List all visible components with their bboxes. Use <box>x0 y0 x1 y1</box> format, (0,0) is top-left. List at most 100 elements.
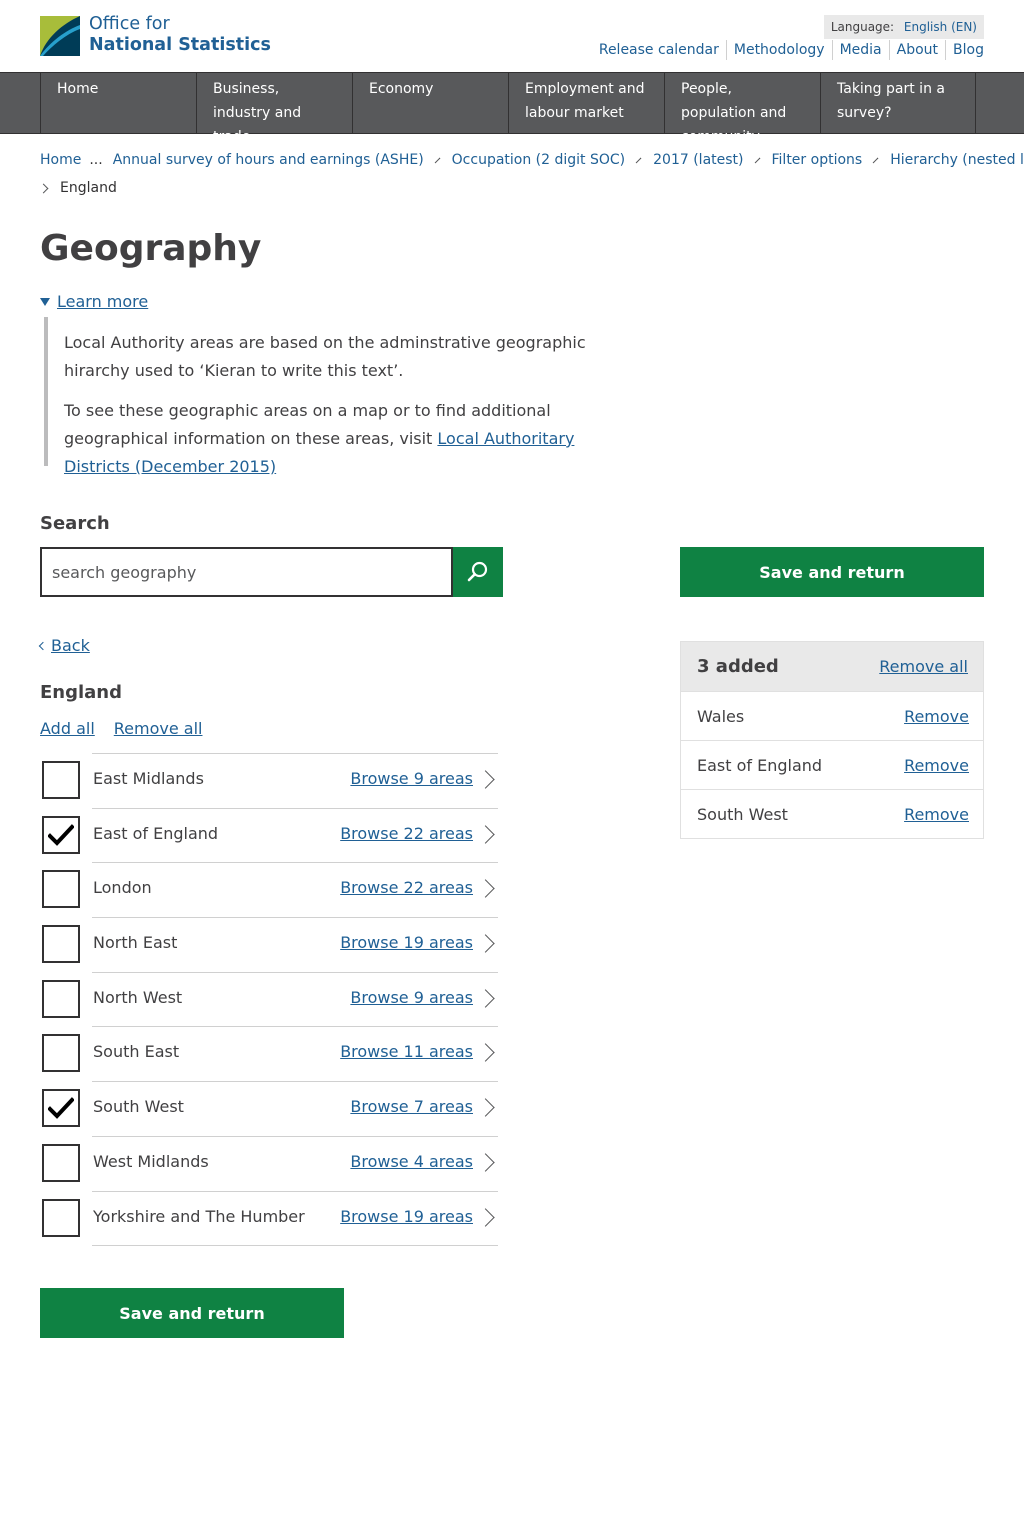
breadcrumb-occupation[interactable]: Occupation (2 digit SOC) <box>452 146 625 174</box>
browse-link[interactable]: Browse 7 areas <box>350 1097 473 1116</box>
region-name: East Midlands <box>93 769 204 788</box>
save-and-return-button-bottom[interactable]: Save and return <box>40 1288 344 1338</box>
remove-link[interactable]: Remove <box>904 707 969 726</box>
link-methodology[interactable]: Methodology <box>725 40 832 60</box>
breadcrumb-filter-options[interactable]: Filter options <box>772 146 863 174</box>
list-item: East Midlands Browse 9 areas <box>40 753 500 808</box>
page-title: Geography <box>40 228 262 269</box>
checkmark-icon <box>48 1097 74 1119</box>
chevron-right-icon <box>38 183 49 193</box>
list-item: South West Browse 7 areas <box>40 1081 500 1136</box>
browse-link[interactable]: Browse 9 areas <box>350 988 473 1007</box>
add-all-link[interactable]: Add all <box>40 719 95 738</box>
divider <box>92 1245 498 1246</box>
learn-more-label: Learn more <box>57 292 149 311</box>
secondary-nav: Release calendar Methodology Media About… <box>599 40 984 60</box>
link-about[interactable]: About <box>888 40 945 60</box>
divider <box>92 1026 498 1028</box>
browse-link[interactable]: Browse 19 areas <box>340 1207 473 1226</box>
added-panel-header: 3 added Remove all <box>681 642 983 691</box>
learn-more-panel: Local Authority areas are based on the a… <box>44 317 644 476</box>
chevron-right-icon <box>872 157 879 163</box>
checkbox[interactable] <box>42 925 80 964</box>
list-item: Yorkshire and The Humber Browse 19 areas <box>40 1190 500 1246</box>
checkbox[interactable] <box>42 1089 80 1128</box>
chevron-right-icon <box>754 157 760 163</box>
chevron-left-icon <box>38 641 48 650</box>
link-blog[interactable]: Blog <box>945 40 984 60</box>
ons-logo[interactable]: Office for National Statistics <box>40 14 271 56</box>
link-media[interactable]: Media <box>831 40 889 60</box>
remove-all-link[interactable]: Remove all <box>114 719 203 738</box>
checkbox[interactable] <box>42 870 80 909</box>
chevron-right-icon[interactable] <box>476 1098 495 1117</box>
chevron-right-icon <box>434 157 440 163</box>
divider <box>92 862 498 864</box>
nav-item-economy[interactable]: Economy <box>352 73 508 133</box>
breadcrumb-home[interactable]: Home <box>40 146 81 174</box>
triangle-down-icon <box>40 297 50 306</box>
added-item-name: South West <box>697 804 788 824</box>
nav-item-employment[interactable]: Employment and labour market <box>508 73 664 133</box>
list-item: East of England Browse 22 areas <box>40 807 500 863</box>
nav-item-people[interactable]: People, population and community <box>664 73 820 145</box>
added-remove-all-link[interactable]: Remove all <box>879 657 968 676</box>
search-label: Search <box>40 513 110 534</box>
nav-item-home[interactable]: Home <box>40 73 196 133</box>
logo-line2: National Statistics <box>89 35 271 55</box>
language-option[interactable]: English (EN) <box>904 20 977 34</box>
search-input[interactable] <box>40 547 453 597</box>
remove-link[interactable]: Remove <box>904 805 969 824</box>
remove-link[interactable]: Remove <box>904 756 969 775</box>
divider <box>92 1190 498 1192</box>
chevron-right-icon <box>635 157 642 163</box>
chevron-right-icon[interactable] <box>476 824 495 844</box>
checkbox[interactable] <box>42 1198 80 1237</box>
save-and-return-button-top[interactable]: Save and return <box>680 547 984 597</box>
checkbox[interactable] <box>42 1143 80 1182</box>
primary-nav: Home Business, industry and trade Econom… <box>0 72 1024 145</box>
chevron-right-icon[interactable] <box>476 770 495 789</box>
chevron-right-icon[interactable] <box>476 879 495 899</box>
search-button[interactable] <box>453 547 503 597</box>
learn-more-toggle[interactable]: Learn more <box>40 292 148 311</box>
checkbox[interactable] <box>42 1034 80 1073</box>
browse-link[interactable]: Browse 19 areas <box>340 933 473 952</box>
added-item: Wales Remove <box>681 691 983 740</box>
chevron-right-icon[interactable] <box>476 934 495 953</box>
checkbox[interactable] <box>42 815 80 854</box>
chevron-right-icon[interactable] <box>476 1153 495 1172</box>
added-item: South West Remove <box>681 789 983 838</box>
list-item: North East Browse 19 areas <box>40 917 500 972</box>
list-item: West Midlands Browse 4 areas <box>40 1135 500 1191</box>
checkbox[interactable] <box>42 979 80 1018</box>
checkbox[interactable] <box>42 761 80 799</box>
back-link[interactable]: Back <box>38 636 90 655</box>
learn-more-para2: To see these geographic areas on a map o… <box>64 397 644 481</box>
link-release-calendar[interactable]: Release calendar <box>599 40 726 60</box>
browse-link[interactable]: Browse 22 areas <box>340 824 473 843</box>
browse-link[interactable]: Browse 9 areas <box>350 769 473 788</box>
logo-line1: Office for <box>89 14 170 34</box>
added-item: East of England Remove <box>681 740 983 789</box>
browse-link[interactable]: Browse 22 areas <box>340 878 473 897</box>
region-name: North East <box>93 933 178 953</box>
region-name: South West <box>93 1097 184 1117</box>
nav-item-business[interactable]: Business, industry and trade <box>196 73 352 145</box>
list-item: South East Browse 11 areas <box>40 1026 500 1081</box>
ons-logo-icon <box>40 16 80 56</box>
chevron-right-icon[interactable] <box>476 1043 495 1063</box>
divider <box>92 807 498 809</box>
breadcrumb-hierarchy[interactable]: Hierarchy (nested list) <box>890 146 1024 174</box>
added-item-name: Wales <box>697 706 745 726</box>
breadcrumb-ashe[interactable]: Annual survey of hours and earnings (ASH… <box>113 146 424 174</box>
breadcrumb-2017[interactable]: 2017 (latest) <box>653 146 743 174</box>
divider <box>92 1135 498 1137</box>
browse-link[interactable]: Browse 11 areas <box>340 1042 473 1061</box>
browse-link[interactable]: Browse 4 areas <box>350 1152 473 1171</box>
chevron-right-icon[interactable] <box>476 1207 495 1227</box>
nav-item-survey[interactable]: Taking part in a survey? <box>820 73 976 133</box>
language-label: Language: <box>830 20 895 34</box>
language-selector: Language: English (EN) <box>823 15 984 39</box>
chevron-right-icon[interactable] <box>476 989 495 1008</box>
